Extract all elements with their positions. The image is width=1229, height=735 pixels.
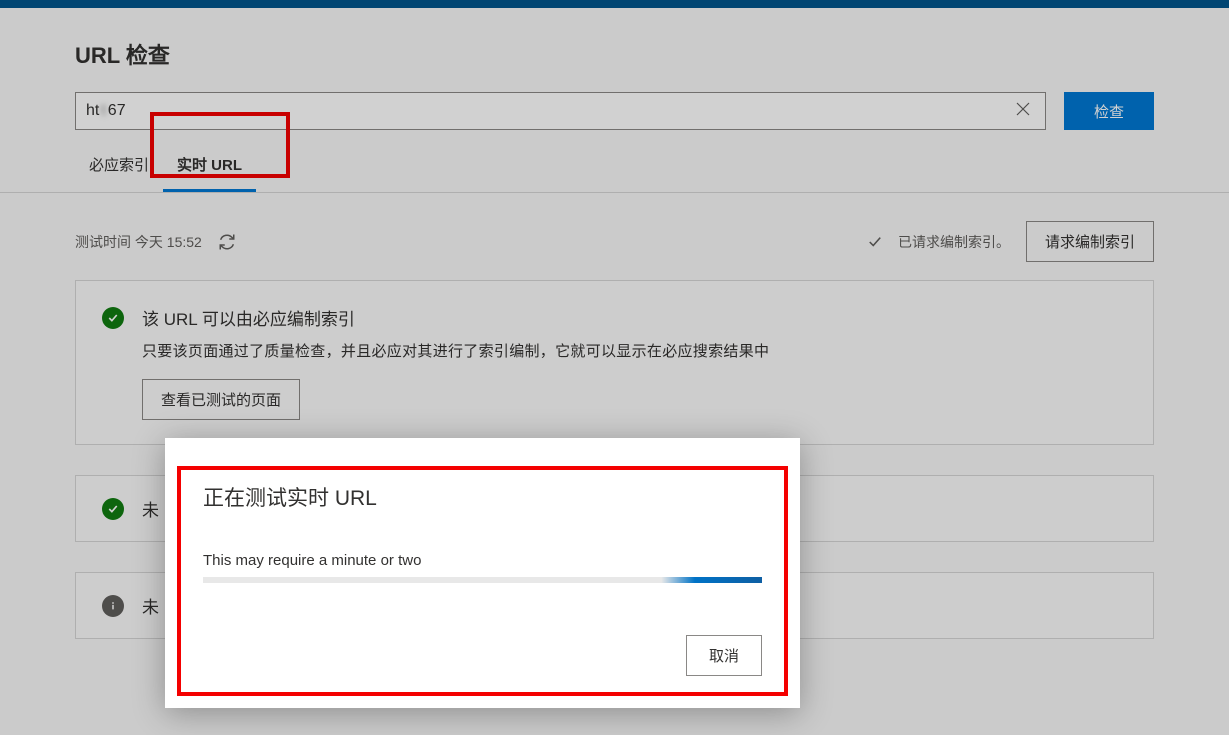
progress-bar [203, 577, 762, 583]
modal-highlight: 正在测试实时 URL This may require a minute or … [177, 466, 788, 696]
cancel-button[interactable]: 取消 [686, 635, 762, 676]
testing-modal: 正在测试实时 URL This may require a minute or … [165, 438, 800, 708]
modal-message: This may require a minute or two [203, 552, 762, 569]
modal-title: 正在测试实时 URL [203, 482, 762, 512]
